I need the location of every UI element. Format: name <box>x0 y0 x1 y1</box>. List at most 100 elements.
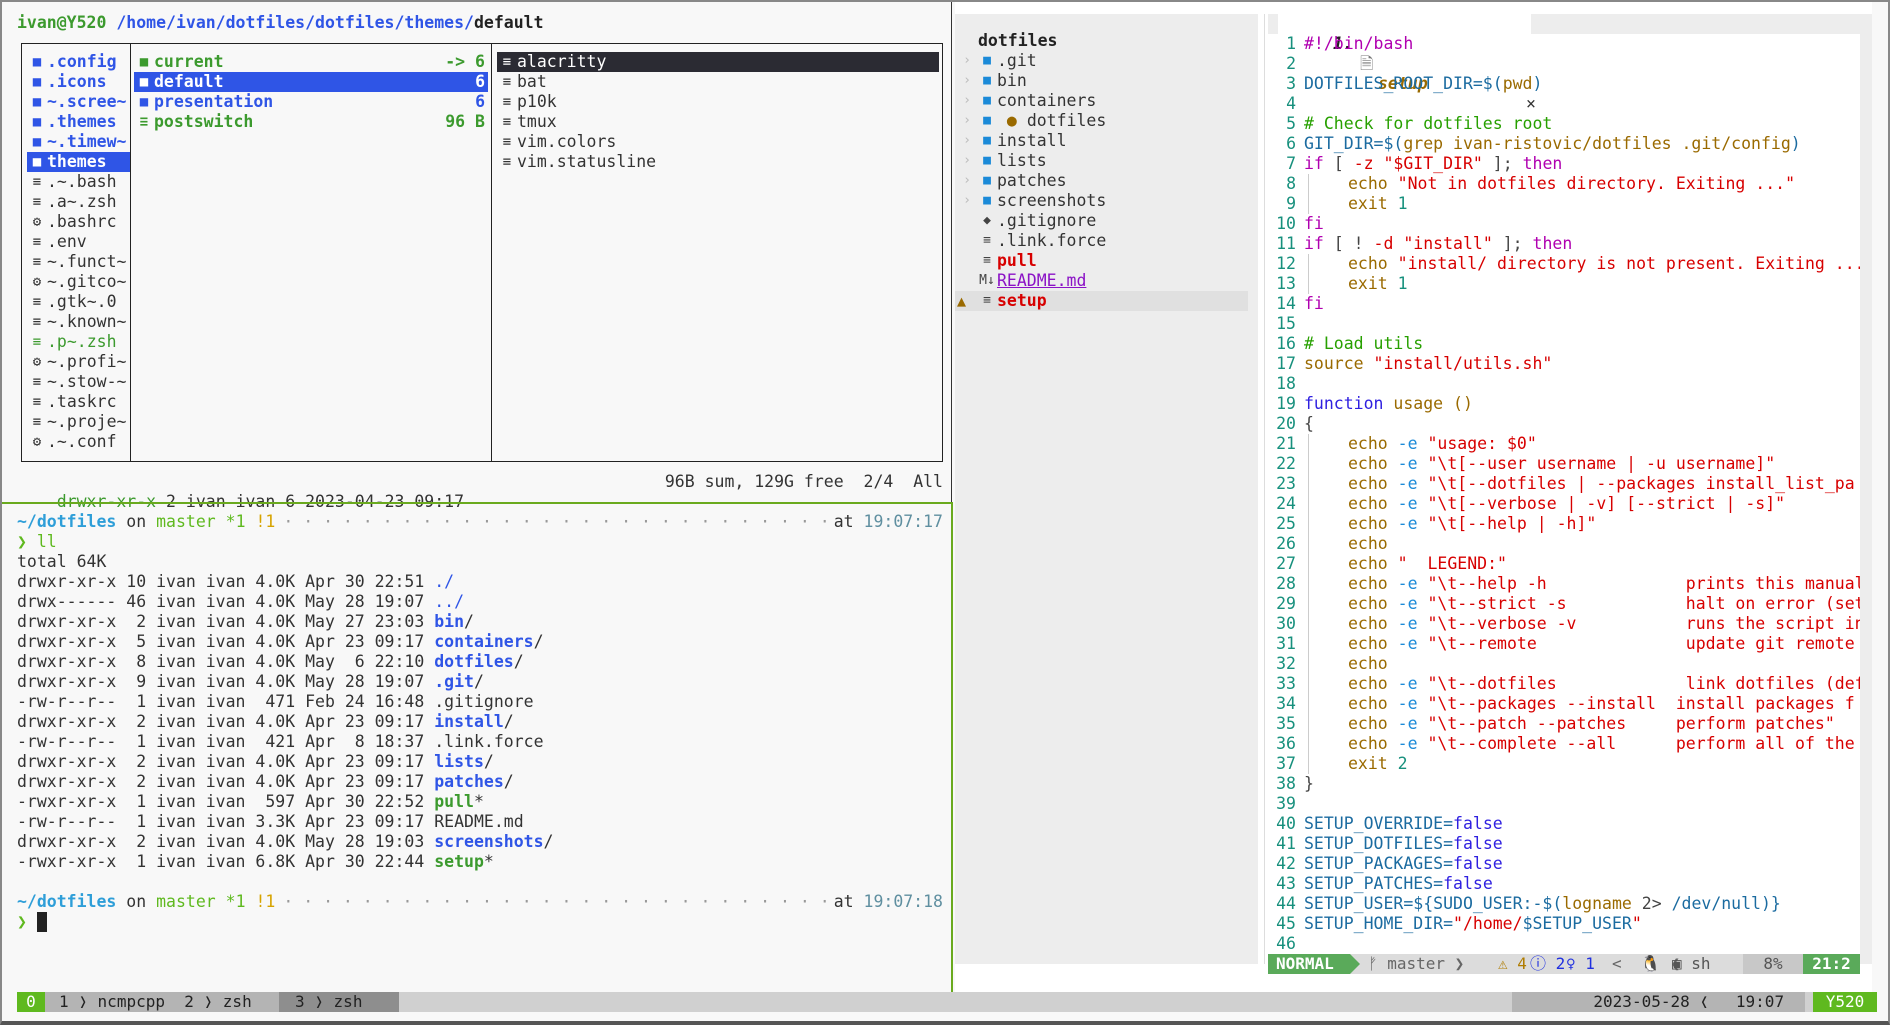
code-token: /dev/null)} <box>1671 894 1781 913</box>
ranger-entry[interactable]: ≡ ~.proje~ <box>27 412 130 432</box>
tmux-session[interactable]: 0 <box>17 992 45 1012</box>
code-token: "\t--dotfiles link dotfiles (def <box>1427 674 1860 693</box>
buffer-tab-setup[interactable]: 1. 🗎 setup × <box>1278 14 1536 113</box>
ls-name[interactable]: .link.force <box>434 732 543 751</box>
ls-name[interactable]: screenshots <box>434 832 543 851</box>
file-icon: ≡ <box>502 54 512 70</box>
tmux-window-2[interactable]: 2 ❭ zsh <box>184 992 251 1011</box>
code-editor[interactable]: 1 #!/bin/bash 2 3 DOTFILES_ROOT_DIR=$(pwd) 4 5… <box>1268 34 1860 964</box>
ranger-entry[interactable]: ≡ .~.bash <box>27 172 130 192</box>
ranger-entry[interactable]: ≡ ~.known~ <box>27 312 130 332</box>
tmux-status-bar: 0 1 ❭ ncmpcpp 2 ❭ zsh 3 ❭ zsh 2023-05-28… <box>17 992 1877 1012</box>
tree-item[interactable]: ◆ .gitignore <box>955 211 1248 231</box>
ranger-entry[interactable]: ■ presentation 6 <box>134 92 488 112</box>
code-token: echo <box>1348 594 1398 613</box>
ranger-entry[interactable]: ≡ ~.stow-~ <box>27 372 130 392</box>
ranger-entry[interactable]: ■ current -> 6 <box>134 52 488 72</box>
tree-item[interactable]: › ■ .git <box>955 51 1248 71</box>
tree-item[interactable]: › ■ patches <box>955 171 1248 191</box>
ls-name[interactable]: .gitignore <box>434 692 533 711</box>
code-token: -e <box>1397 594 1428 613</box>
ls-name[interactable]: README.md <box>434 812 523 831</box>
ranger-entry[interactable]: ■ ~.scree~ <box>27 92 130 112</box>
ranger-entry[interactable]: ■ ~.timew~ <box>27 132 130 152</box>
scrollbar[interactable] <box>1860 14 1872 964</box>
ranger-entry[interactable]: ≡ .taskrc <box>27 392 130 412</box>
ranger-entry[interactable]: ≡ .a~.zsh <box>27 192 130 212</box>
ranger-entry[interactable]: ≡ vim.statusline <box>497 152 939 172</box>
ls-name[interactable]: patches <box>434 772 504 791</box>
tree-item[interactable]: ≡ setup ▲ <box>955 291 1248 311</box>
nvim-pane[interactable]: dotfiles › ■ .git › ■ bin › ■ containers › ■ ● … <box>955 2 1872 994</box>
folder-icon: ■ <box>983 153 991 168</box>
pane-divider-vertical[interactable] <box>951 2 952 502</box>
tree-item[interactable]: › ■ ● dotfiles <box>955 111 1248 131</box>
ranger-entry[interactable]: ⚙ .~.conf <box>27 432 130 452</box>
ranger-preview-column: ≡ alacritty ≡ bat ≡ p10k ≡ tmux ≡ vim.colors ≡ vim.… <box>492 44 942 461</box>
tree-item[interactable]: M↓ README.md <box>955 271 1248 291</box>
ranger-entry[interactable]: ≡ alacritty <box>497 52 939 72</box>
active-pane-border[interactable] <box>951 502 953 994</box>
tree-item[interactable]: ≡ pull <box>955 251 1248 271</box>
ls-name[interactable]: setup <box>434 852 484 871</box>
code-token: "\t--remote update git remote <box>1427 634 1860 653</box>
input-line[interactable]: ❯ <box>17 912 943 932</box>
ranger-entry[interactable]: ≡ ~.funct~ <box>27 252 130 272</box>
tree-item[interactable]: › ■ lists <box>955 151 1248 171</box>
tree-item[interactable]: › ■ containers <box>955 91 1248 111</box>
tree-item[interactable]: › ■ bin <box>955 71 1248 91</box>
ranger-path-title: ivan@Y520 /home/ivan/dotfiles/dotfiles/t… <box>17 13 544 33</box>
ls-name[interactable]: containers <box>434 632 533 651</box>
ranger-entry[interactable]: ■ .config <box>27 52 130 72</box>
line-number: 2 <box>1286 54 1296 73</box>
ranger-entry[interactable]: ≡ tmux <box>497 112 939 132</box>
ls-name[interactable]: dotfiles <box>434 652 513 671</box>
file-icon: ≡ <box>502 154 512 170</box>
entry-name: .bashrc <box>47 212 117 231</box>
code-line: 13 exit 1 <box>1268 274 1860 294</box>
ranger-entry[interactable]: ⚙ ~.profi~ <box>27 352 130 372</box>
code-line: 11 if [ ! -d "install" ]; then <box>1268 234 1860 254</box>
tmux-window-3[interactable]: 3 ❭ zsh <box>279 992 399 1012</box>
ranger-entry[interactable]: ≡ .env <box>27 232 130 252</box>
tree-item[interactable]: › ■ install <box>955 131 1248 151</box>
line-number: 5 <box>1286 114 1296 133</box>
ls-name[interactable]: pull <box>434 792 474 811</box>
ranger-entry[interactable]: ≡ .p~.zsh <box>27 332 130 352</box>
ranger-entry[interactable]: ■ .themes <box>27 112 130 132</box>
ranger-entry[interactable]: ≡ vim.colors <box>497 132 939 152</box>
ls-name[interactable]: lists <box>434 752 484 771</box>
ls-row: drwxr-xr-x 9 ivan ivan 4.0K May 28 19:07… <box>17 672 943 692</box>
tree-item[interactable]: › ■ screenshots <box>955 191 1248 211</box>
zsh-pane[interactable]: ~/dotfiles on master *1 !1 · · · · · · ·… <box>17 512 943 932</box>
line-number: 13 <box>1276 274 1296 293</box>
split-divider[interactable] <box>1264 14 1265 964</box>
line-text <box>1304 94 1860 114</box>
ranger-entry[interactable]: ≡ .gtk~.0 <box>27 292 130 312</box>
ranger-entry[interactable]: ≡ p10k <box>497 92 939 112</box>
tree-root[interactable]: dotfiles <box>955 31 1248 51</box>
ranger-entry[interactable]: ⚙ .bashrc <box>27 212 130 232</box>
ls-name[interactable]: ../ <box>434 592 464 611</box>
pane-divider-horizontal[interactable] <box>2 502 952 504</box>
markdown-icon: M↓ <box>979 273 995 288</box>
ls-name[interactable]: install <box>434 712 504 731</box>
ranger-entry[interactable]: ■ themes <box>27 152 130 172</box>
ls-name[interactable]: ./ <box>434 572 454 591</box>
line-number: 36 <box>1276 734 1296 753</box>
chevron-right-icon: › <box>963 153 971 168</box>
ranger-entry[interactable]: ■ default 6 <box>134 72 488 92</box>
tree-item-name: containers <box>997 91 1097 110</box>
entry-name: ~.proje~ <box>47 412 127 431</box>
ls-name[interactable]: bin <box>434 612 464 631</box>
cursor-position: 21:2 <box>1803 954 1860 974</box>
ranger-entry[interactable]: ≡ postswitch 96 B <box>134 112 488 132</box>
ls-name[interactable]: .git <box>434 672 474 691</box>
tree-item[interactable]: ≡ .link.force <box>955 231 1248 251</box>
line-number: 10 <box>1276 214 1296 233</box>
ranger-entry[interactable]: ⚙ ~.gitco~ <box>27 272 130 292</box>
ranger-entry[interactable]: ■ .icons <box>27 72 130 92</box>
tmux-window-1[interactable]: 1 ❭ ncmpcpp <box>59 992 165 1011</box>
ranger-entry[interactable]: ≡ bat <box>497 72 939 92</box>
